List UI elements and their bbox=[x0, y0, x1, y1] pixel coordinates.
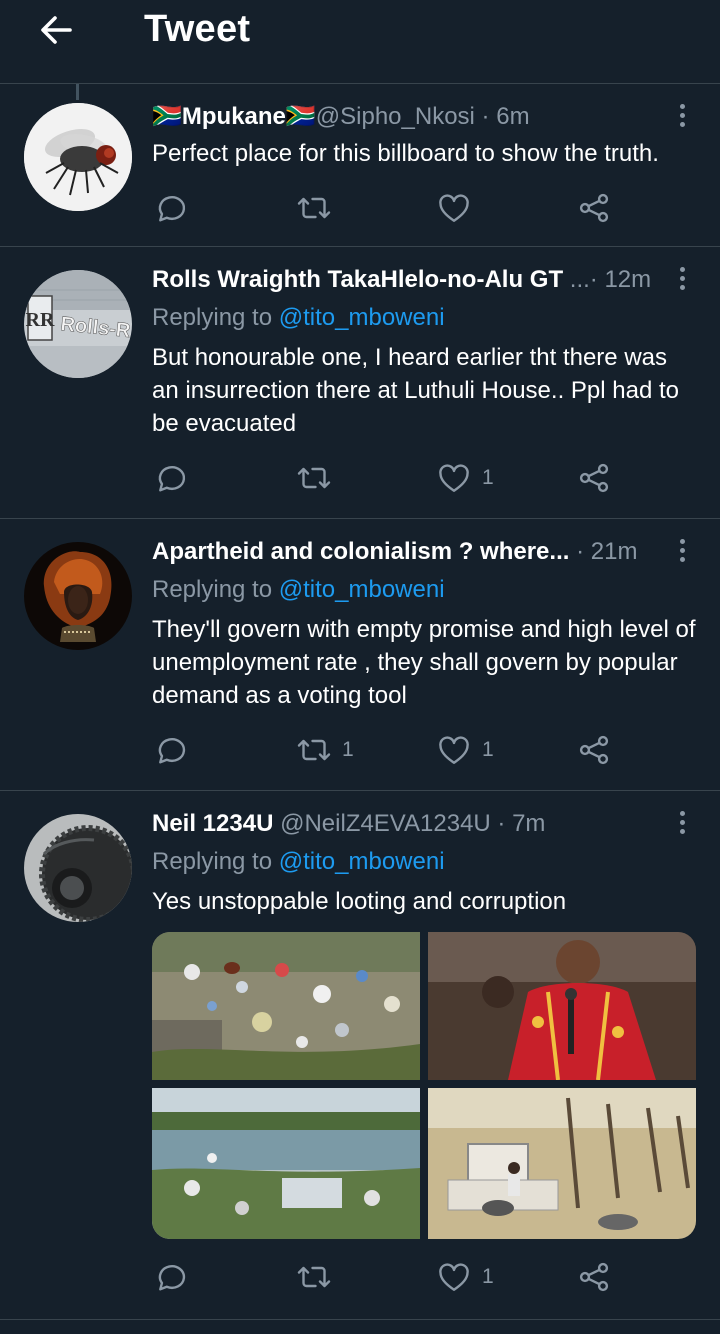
retweet-button[interactable]: 1 bbox=[296, 730, 354, 770]
display-name[interactable]: Rolls Wraighth TakaHlelo-no-Alu GT bbox=[152, 266, 563, 293]
retweet-button[interactable] bbox=[296, 188, 332, 228]
share-icon bbox=[579, 193, 609, 223]
polluted-river-photo bbox=[152, 1088, 420, 1239]
retweet-icon bbox=[297, 1266, 331, 1288]
user-avatar[interactable] bbox=[24, 103, 132, 211]
handle-time: @Sipho_Nkosi · 6m bbox=[315, 103, 530, 130]
litter-dumpsite-photo bbox=[152, 932, 420, 1080]
page-title: Tweet bbox=[144, 8, 251, 50]
like-count: 1 bbox=[482, 1265, 494, 1288]
user-avatar[interactable] bbox=[24, 814, 132, 922]
like-button[interactable]: 1 bbox=[436, 730, 494, 770]
replying-to-label: Replying to bbox=[152, 576, 279, 603]
display-name[interactable]: Neil 1234U bbox=[152, 810, 273, 837]
tweet-text: But honourable one, I heard earlier tht … bbox=[152, 344, 679, 437]
toilets-in-field-photo bbox=[428, 1088, 696, 1239]
share-icon bbox=[579, 1262, 609, 1292]
share-button[interactable] bbox=[576, 188, 612, 228]
tweet-text: Yes unstoppable looting and corruption bbox=[152, 888, 567, 915]
reply-icon bbox=[158, 196, 186, 222]
reply-button[interactable] bbox=[154, 458, 190, 498]
top-bar: Tweet bbox=[0, 0, 720, 84]
handle-time: · 21m bbox=[569, 538, 638, 565]
retweet-icon bbox=[297, 739, 331, 761]
like-count: 1 bbox=[482, 466, 494, 489]
tweet-actions: 1 bbox=[152, 458, 672, 498]
share-icon bbox=[579, 735, 609, 765]
handle-time: @NeilZ4EVA1234U · 7m bbox=[273, 810, 546, 837]
reply-button[interactable] bbox=[154, 730, 190, 770]
replying-to: Replying to @tito_mboweni bbox=[152, 846, 445, 878]
share-button[interactable] bbox=[576, 1257, 612, 1297]
mention-link[interactable]: @tito_mboweni bbox=[279, 576, 445, 603]
tweet-actions: 1 bbox=[152, 1257, 672, 1297]
like-button[interactable] bbox=[436, 188, 472, 228]
handle-time: ...· 12m bbox=[563, 266, 652, 293]
tweet-item[interactable]: 🇿🇦Mpukane🇿🇦@Sipho_Nkosi · 6m Perfect pla… bbox=[0, 85, 720, 247]
lion-headdress-avatar bbox=[24, 542, 132, 650]
reply-icon bbox=[158, 1265, 186, 1291]
fly-avatar bbox=[24, 103, 132, 211]
like-button[interactable]: 1 bbox=[436, 1257, 494, 1297]
arrow-left-icon bbox=[41, 16, 72, 44]
retweet-button[interactable] bbox=[296, 1257, 332, 1297]
share-icon bbox=[579, 463, 609, 493]
share-button[interactable] bbox=[576, 730, 612, 770]
like-count: 1 bbox=[482, 738, 494, 761]
tweet-item[interactable]: Neil 1234U @NeilZ4EVA1234U · 7m Replying… bbox=[0, 792, 720, 1320]
svg-text:RR: RR bbox=[26, 309, 55, 331]
replying-to-label: Replying to bbox=[152, 848, 279, 875]
man-in-red-robe-photo bbox=[428, 932, 696, 1081]
display-name[interactable]: Apartheid and colonialism ? where... bbox=[152, 538, 569, 565]
media-photo-1[interactable] bbox=[152, 932, 420, 1080]
retweet-icon bbox=[297, 197, 331, 219]
mention-link[interactable]: @tito_mboweni bbox=[279, 304, 445, 331]
tyre-avatar bbox=[24, 814, 132, 922]
tweet-actions: 1 1 bbox=[152, 730, 672, 770]
replying-to: Replying to @tito_mboweni bbox=[152, 574, 445, 606]
reply-icon bbox=[158, 466, 186, 492]
mention-link[interactable]: @tito_mboweni bbox=[279, 848, 445, 875]
retweet-count: 1 bbox=[342, 738, 354, 761]
tweet-text: They'll govern with empty promise and hi… bbox=[152, 616, 696, 709]
more-options-icon[interactable] bbox=[674, 264, 690, 296]
media-photo-3[interactable] bbox=[152, 1088, 420, 1239]
reply-button[interactable] bbox=[154, 188, 190, 228]
media-photo-2[interactable] bbox=[428, 932, 696, 1081]
replying-to: Replying to @tito_mboweni bbox=[152, 302, 445, 334]
tweet-item[interactable]: RR Rolls-R Rolls Wraighth TakaHlelo-no-A… bbox=[0, 248, 720, 519]
more-options-icon[interactable] bbox=[674, 536, 690, 568]
heart-icon bbox=[439, 464, 469, 492]
tweet-text: Perfect place for this billboard to show… bbox=[152, 140, 659, 167]
display-name[interactable]: 🇿🇦Mpukane🇿🇦 bbox=[152, 103, 316, 130]
user-avatar[interactable] bbox=[24, 542, 132, 650]
rolls-royce-avatar: RR Rolls-R bbox=[24, 270, 132, 378]
more-options-icon[interactable] bbox=[674, 808, 690, 840]
media-photo-4[interactable] bbox=[428, 1088, 696, 1239]
heart-icon bbox=[439, 736, 469, 764]
replying-to-label: Replying to bbox=[152, 304, 279, 331]
tweet-actions bbox=[152, 188, 672, 228]
share-button[interactable] bbox=[576, 458, 612, 498]
more-options-icon[interactable] bbox=[674, 101, 690, 133]
reply-icon bbox=[158, 738, 186, 764]
tweet-item[interactable]: Apartheid and colonialism ? where... · 2… bbox=[0, 520, 720, 791]
reply-button[interactable] bbox=[154, 1257, 190, 1297]
user-avatar[interactable]: RR Rolls-R bbox=[24, 270, 132, 378]
heart-icon bbox=[439, 1263, 469, 1291]
back-button[interactable] bbox=[36, 10, 76, 50]
media-grid[interactable] bbox=[152, 932, 696, 1239]
like-button[interactable]: 1 bbox=[436, 458, 494, 498]
retweet-button[interactable] bbox=[296, 458, 332, 498]
retweet-icon bbox=[297, 467, 331, 489]
heart-icon bbox=[439, 194, 469, 222]
